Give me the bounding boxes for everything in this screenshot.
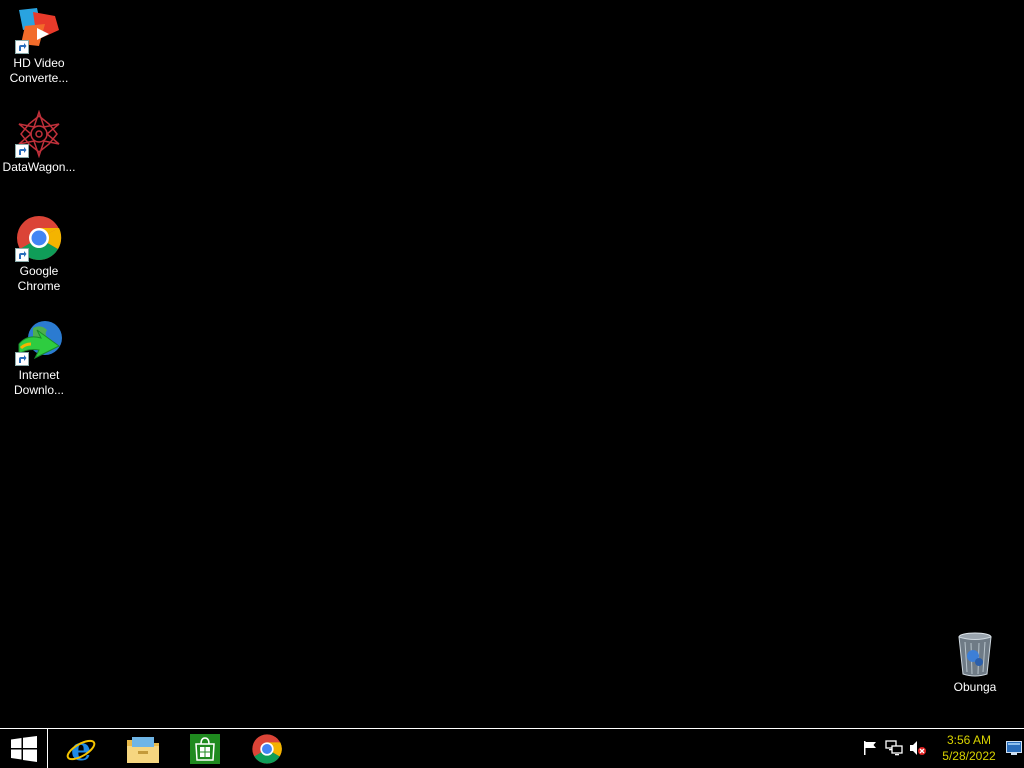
taskbar: e 3:56 AM 5/28/2022 [0, 728, 1024, 768]
desktop-icon-hd-video-converter[interactable]: HD Video Converte... [1, 6, 77, 86]
network-icon [885, 740, 903, 756]
taskbar-google-chrome[interactable] [239, 731, 295, 767]
internet-download-manager-icon [15, 318, 63, 366]
taskbar-internet-explorer[interactable]: e [53, 731, 109, 767]
volume-muted-icon [910, 741, 926, 755]
store-icon [190, 734, 220, 764]
shortcut-arrow-icon [15, 40, 29, 54]
show-desktop-icon [1006, 741, 1022, 755]
shortcut-arrow-icon [15, 352, 29, 366]
desktop-icon-label: Google Chrome [17, 264, 61, 293]
taskbar-file-explorer[interactable] [115, 731, 171, 767]
desktop-icon-internet-download-manager[interactable]: Internet Downlo... [1, 318, 77, 398]
internet-explorer-icon: e [66, 733, 96, 765]
recycle-bin-icon [951, 630, 999, 678]
file-explorer-icon [127, 737, 159, 763]
tray-network[interactable] [885, 739, 903, 757]
desktop-icon-label: Internet Downlo... [13, 368, 65, 397]
desktop-icon-label: HD Video Converte... [9, 56, 69, 85]
taskbar-clock[interactable]: 3:56 AM 5/28/2022 [936, 732, 1002, 764]
desktop-icon-recycle-bin[interactable]: Obunga [937, 630, 1013, 695]
chrome-icon [252, 734, 282, 764]
show-desktop-button[interactable] [1006, 741, 1022, 755]
chrome-icon [15, 214, 63, 262]
shortcut-arrow-icon [15, 248, 29, 262]
desktop-icon-label: Obunga [953, 680, 997, 694]
tray-action-center[interactable] [861, 739, 879, 757]
action-center-flag-icon [864, 741, 876, 755]
shortcut-arrow-icon [15, 144, 29, 158]
desktop-icon-datawagon[interactable]: DataWagon... [1, 109, 77, 175]
clock-date: 5/28/2022 [942, 749, 996, 763]
hd-video-converter-icon [15, 6, 63, 54]
clock-time: 3:56 AM [946, 733, 992, 747]
desktop-icon-label: DataWagon... [2, 160, 76, 174]
desktop-icon-google-chrome[interactable]: Google Chrome [1, 214, 77, 294]
datawagon-icon [15, 109, 63, 159]
svg-text:e: e [71, 733, 91, 765]
desktop[interactable]: HD Video Converte... DataWagon... Google… [0, 0, 1024, 728]
taskbar-store[interactable] [177, 731, 233, 767]
windows-logo-icon [10, 735, 37, 762]
start-button[interactable] [0, 729, 48, 768]
tray-volume[interactable] [909, 739, 927, 757]
